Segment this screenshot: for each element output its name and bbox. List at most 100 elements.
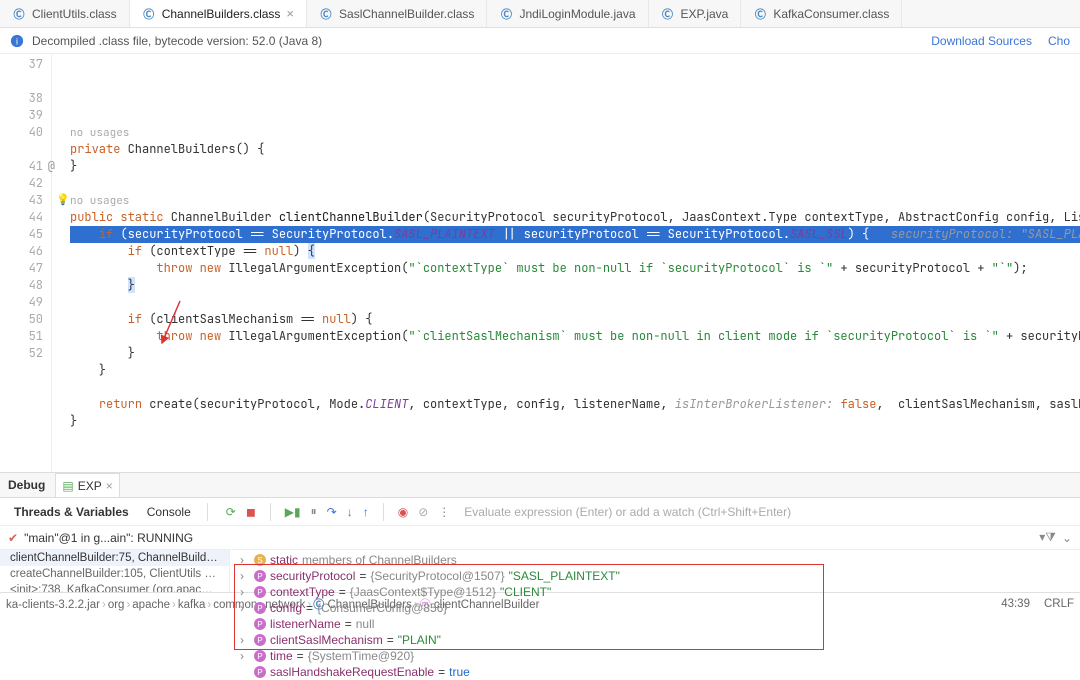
variable-row[interactable]: › P contextType = {JaasContext$Type@1512…: [230, 584, 1080, 600]
editor-tab[interactable]: Ⓒ ChannelBuilders.class×: [130, 0, 307, 27]
chevron-right-icon[interactable]: ›: [240, 601, 250, 615]
stack-frame[interactable]: clientChannelBuilder:75, ChannelBuilders…: [0, 550, 229, 566]
property-icon: P: [254, 634, 266, 646]
notice-text: Decompiled .class file, bytecode version…: [32, 34, 322, 48]
breadcrumb-item[interactable]: kafka: [178, 599, 206, 611]
editor-tab[interactable]: Ⓒ KafkaConsumer.class: [741, 0, 902, 27]
chevron-right-icon[interactable]: ›: [240, 633, 250, 647]
property-icon: P: [254, 602, 266, 614]
property-icon: P: [254, 618, 266, 630]
editor-tabs: Ⓒ ClientUtils.classⒸ ChannelBuilders.cla…: [0, 0, 1080, 28]
code-line[interactable]: no usages: [70, 192, 1080, 209]
variable-row[interactable]: › P clientSaslMechanism = "PLAIN": [230, 632, 1080, 648]
variable-row[interactable]: P listenerName = null: [230, 616, 1080, 632]
breadcrumb-item[interactable]: ka-clients-3.2.2.jar: [6, 599, 100, 611]
code-line[interactable]: [70, 379, 1080, 396]
stack-frame[interactable]: createChannelBuilder:105, ClientUtils (o…: [0, 566, 229, 582]
choose-sources-link[interactable]: Cho: [1048, 34, 1070, 48]
step-out-icon[interactable]: ↑: [363, 505, 369, 519]
class-file-icon: Ⓒ: [499, 7, 513, 21]
chevron-right-icon[interactable]: ›: [240, 553, 250, 567]
code-line[interactable]: return create(securityProtocol, Mode.CLI…: [70, 396, 1080, 413]
stop-icon[interactable]: ◼: [246, 505, 256, 519]
variable-row[interactable]: › S static members of ChannelBuilders: [230, 552, 1080, 568]
variable-name: saslHandshakeRequestEnable: [270, 665, 434, 679]
debug-toolwindow-header: Debug ▤ EXP ×: [0, 472, 1080, 498]
breadcrumb-item[interactable]: org: [108, 599, 125, 611]
tab-label: SaslChannelBuilder.class: [339, 7, 474, 21]
code-line[interactable]: private ChannelBuilders() {: [70, 141, 1080, 158]
main-thread-label[interactable]: "main"@1 in g...ain": RUNNING: [24, 531, 193, 545]
code-line[interactable]: [70, 175, 1080, 192]
code-line[interactable]: throw new IllegalArgumentException("`cli…: [70, 328, 1080, 345]
code-area[interactable]: no usagesprivate ChannelBuilders() {}no …: [52, 54, 1080, 472]
thread-dropdown-icon[interactable]: ⌄: [1062, 531, 1072, 545]
breadcrumb-item[interactable]: apache: [132, 599, 170, 611]
code-editor[interactable]: 37383940414243💡444546474849505152 no usa…: [0, 54, 1080, 472]
class-file-icon: Ⓒ: [753, 7, 767, 21]
code-line[interactable]: if (securityProtocol == SecurityProtocol…: [70, 226, 1080, 243]
debug-title: Debug: [8, 478, 45, 492]
code-line[interactable]: [70, 107, 1080, 124]
console-tab[interactable]: Console: [141, 505, 197, 519]
svg-text:i: i: [16, 36, 18, 46]
editor-tab[interactable]: Ⓒ EXP.java: [649, 0, 742, 27]
property-icon: P: [254, 586, 266, 598]
threads-variables-tab[interactable]: Threads & Variables: [8, 505, 135, 519]
variable-name: config: [270, 601, 302, 615]
step-into-icon[interactable]: ↓: [347, 505, 353, 519]
code-line[interactable]: }: [70, 277, 1080, 294]
close-icon[interactable]: ×: [106, 479, 113, 493]
chevron-right-icon[interactable]: ›: [240, 649, 250, 663]
code-line[interactable]: no usages: [70, 124, 1080, 141]
tab-label: JndiLoginModule.java: [519, 7, 635, 21]
class-file-icon: Ⓒ: [319, 7, 333, 21]
variable-row[interactable]: › P securityProtocol = {SecurityProtocol…: [230, 568, 1080, 584]
editor-tab[interactable]: Ⓒ SaslChannelBuilder.class: [307, 0, 487, 27]
variable-row[interactable]: P saslHandshakeRequestEnable = true: [230, 664, 1080, 680]
run-config-icon: ▤: [62, 479, 73, 493]
close-icon[interactable]: ×: [286, 6, 294, 21]
line-gutter: 37383940414243💡444546474849505152: [0, 54, 52, 472]
variable-name: time: [270, 649, 293, 663]
filter-icon[interactable]: ▾⧩: [1039, 530, 1056, 545]
mute-breakpoints-icon[interactable]: ⊘: [418, 505, 428, 519]
code-line[interactable]: [70, 294, 1080, 311]
more-icon[interactable]: ⋮: [438, 505, 450, 519]
class-file-icon: Ⓒ: [12, 7, 26, 21]
frames-list[interactable]: clientChannelBuilder:75, ChannelBuilders…: [0, 550, 230, 592]
evaluate-expression-input[interactable]: Evaluate expression (Enter) or add a wat…: [464, 505, 791, 519]
chevron-right-icon[interactable]: ›: [240, 569, 250, 583]
variables-tree[interactable]: › S static members of ChannelBuilders› P…: [230, 550, 1080, 592]
editor-tab[interactable]: Ⓒ JndiLoginModule.java: [487, 0, 648, 27]
debug-body: clientChannelBuilder:75, ChannelBuilders…: [0, 550, 1080, 592]
tab-label: KafkaConsumer.class: [773, 7, 889, 21]
resume-icon[interactable]: ▶▮: [285, 505, 301, 519]
property-icon: P: [254, 650, 266, 662]
rerun-icon[interactable]: ⟳: [226, 505, 236, 519]
code-line[interactable]: throw new IllegalArgumentException("`con…: [70, 260, 1080, 277]
code-line[interactable]: if (clientSaslMechanism == null) {: [70, 311, 1080, 328]
stack-frame[interactable]: <init>:738, KafkaConsumer (org.apache.ka…: [0, 582, 229, 592]
tab-label: EXP.java: [681, 7, 729, 21]
frames-header: ✔ "main"@1 in g...ain": RUNNING ▾⧩ ⌄: [0, 526, 1080, 550]
debug-run-tab-label: EXP: [78, 479, 102, 493]
debug-run-tab[interactable]: ▤ EXP ×: [55, 473, 119, 497]
code-line[interactable]: }: [70, 413, 1080, 430]
class-file-icon: Ⓒ: [661, 7, 675, 21]
tab-label: ChannelBuilders.class: [162, 7, 281, 21]
pause-icon[interactable]: ⏸: [311, 504, 317, 519]
download-sources-link[interactable]: Download Sources: [931, 34, 1032, 48]
variable-row[interactable]: › P time = {SystemTime@920}: [230, 648, 1080, 664]
step-over-icon[interactable]: ↷: [327, 505, 337, 519]
code-line[interactable]: public static ChannelBuilder clientChann…: [70, 209, 1080, 226]
view-breakpoints-icon[interactable]: ◉: [398, 505, 408, 519]
code-line[interactable]: if (contextType == null) {: [70, 243, 1080, 260]
chevron-right-icon[interactable]: ›: [240, 585, 250, 599]
variable-name: securityProtocol: [270, 569, 355, 583]
editor-tab[interactable]: Ⓒ ClientUtils.class: [0, 0, 130, 27]
code-line[interactable]: }: [70, 362, 1080, 379]
debug-tool-row: Threads & Variables Console ⟳ ◼ ▶▮ ⏸ ↷ ↓…: [0, 498, 1080, 526]
code-line[interactable]: }: [70, 158, 1080, 175]
code-line[interactable]: }: [70, 345, 1080, 362]
